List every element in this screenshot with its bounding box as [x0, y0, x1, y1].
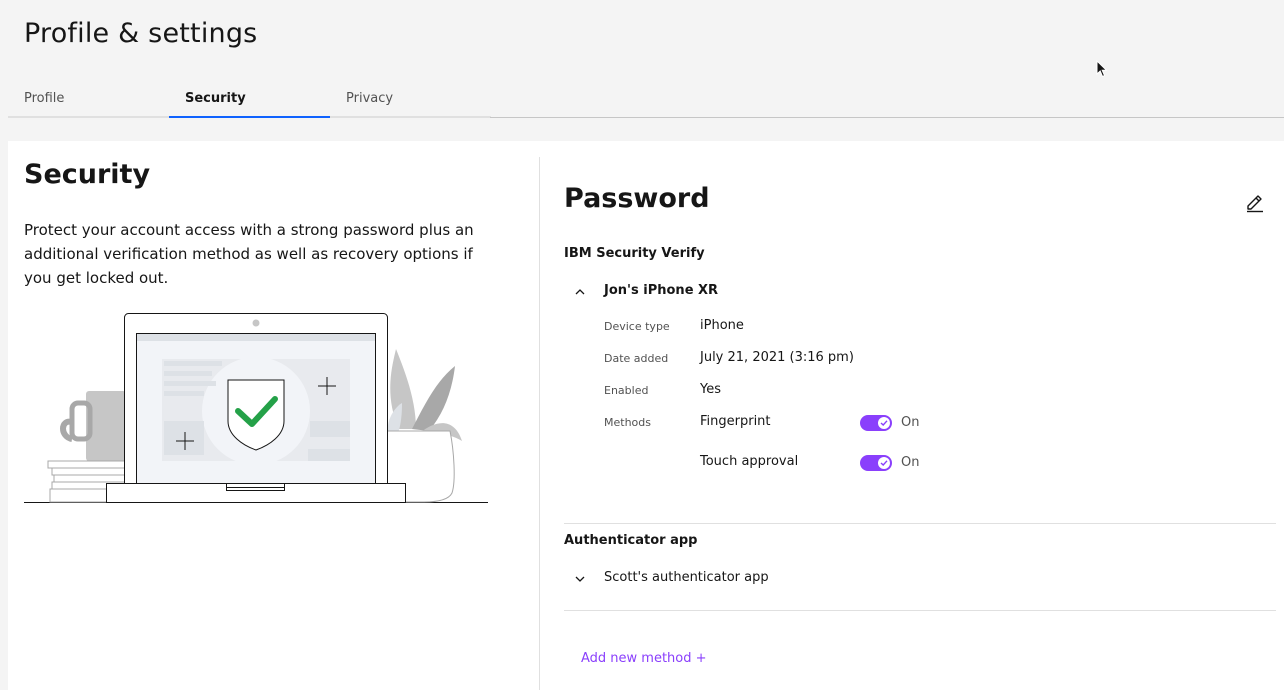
touch-approval-toggle[interactable] — [860, 455, 892, 471]
methods-label: Methods — [604, 416, 651, 429]
tabs-divider — [490, 117, 1284, 118]
section-divider — [564, 523, 1276, 524]
fingerprint-toggle-state: On — [901, 415, 920, 430]
security-description: Protect your account access with a stron… — [24, 221, 474, 287]
tab-security[interactable]: Security — [169, 82, 330, 118]
laptop-shield-illustration — [24, 313, 488, 503]
enabled-label: Enabled — [604, 384, 649, 397]
password-section: Password IBM Security Verify Jon's iPhon… — [564, 141, 1284, 690]
enabled-value: Yes — [700, 382, 721, 397]
tab-profile[interactable]: Profile — [8, 82, 169, 118]
security-intro: Security Protect your account access wit… — [8, 141, 539, 690]
date-added-value: July 21, 2021 (3:16 pm) — [700, 350, 854, 365]
section-divider — [564, 610, 1276, 611]
device-type-label: Device type — [604, 320, 670, 333]
password-heading: Password — [564, 183, 710, 214]
authenticator-heading: Authenticator app — [564, 533, 698, 548]
date-added-label: Date added — [604, 352, 669, 365]
chevron-down-icon — [575, 576, 585, 582]
touch-approval-toggle-state: On — [901, 455, 920, 470]
fingerprint-toggle[interactable] — [860, 415, 892, 431]
authenticator-accordion-header[interactable]: Scott's authenticator app — [564, 568, 1276, 592]
security-heading: Security — [24, 159, 151, 190]
edit-button[interactable] — [1244, 191, 1266, 213]
add-new-method-link[interactable]: Add new method + — [581, 651, 707, 666]
page-title: Profile & settings — [24, 18, 258, 49]
ibm-verify-heading: IBM Security Verify — [564, 246, 705, 261]
pencil-icon — [1247, 195, 1263, 213]
checkmark-icon — [880, 460, 888, 466]
mouse-cursor-icon — [1096, 60, 1108, 78]
method-fingerprint-label: Fingerprint — [700, 414, 771, 429]
column-divider — [539, 157, 540, 690]
security-panel: Security Protect your account access wit… — [8, 141, 1284, 690]
device-name: Jon's iPhone XR — [604, 283, 719, 298]
authenticator-app-name: Scott's authenticator app — [604, 570, 769, 585]
tab-privacy[interactable]: Privacy — [330, 82, 491, 118]
chevron-up-icon — [575, 289, 585, 295]
device-type-value: iPhone — [700, 318, 744, 333]
method-touch-approval-label: Touch approval — [700, 454, 799, 469]
device-accordion-header[interactable]: Jon's iPhone XR — [564, 281, 1276, 305]
checkmark-icon — [880, 420, 888, 426]
settings-tabs: Profile Security Privacy — [8, 82, 491, 118]
